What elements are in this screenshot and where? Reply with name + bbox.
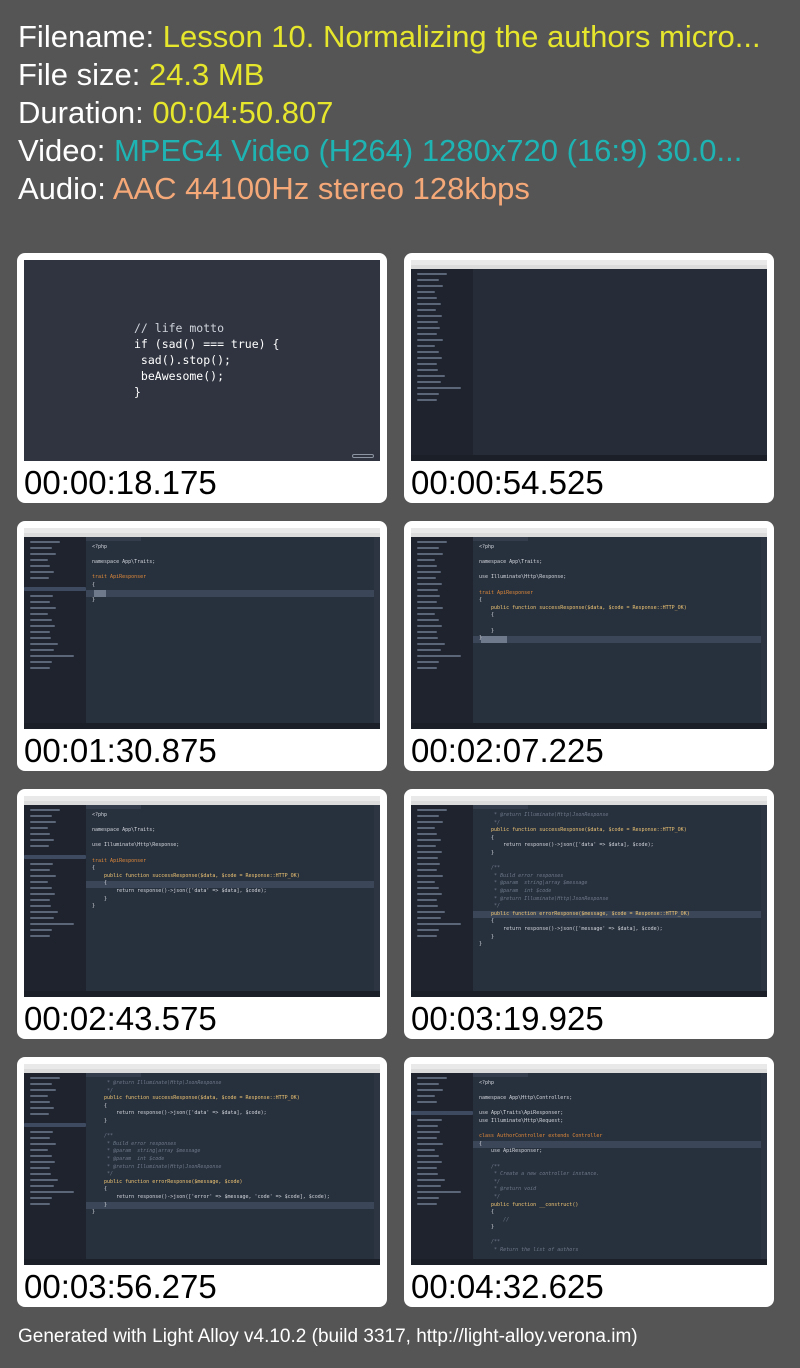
editor-tab [473, 1073, 528, 1077]
generator-credit: Generated with Light Alloy v4.10.2 (buil… [18, 1326, 638, 1347]
code-editor [473, 269, 761, 455]
audio-label: Audio: [18, 171, 106, 206]
motto-code: // life motto if (sad() === true) { sad(… [134, 320, 279, 400]
motto-line: beAwesome(); [134, 369, 225, 383]
scrollbar[interactable] [761, 1073, 767, 1259]
thumbnail-card-1[interactable]: // life motto if (sad() === true) { sad(… [17, 253, 387, 503]
thumbnail-image-7: * @return Illuminate\Http\JsonResponse *… [24, 1064, 380, 1265]
thumbnail-image-6: * @return Illuminate\Http\JsonResponse *… [411, 796, 767, 997]
audio-value: AAC 44100Hz stereo 128kbps [112, 171, 530, 206]
editor-tab [86, 1073, 141, 1077]
code-text: <?php namespace App\Traits; trait ApiRes… [92, 544, 156, 604]
motto-line: sad().stop(); [134, 353, 231, 367]
scrollbar[interactable] [761, 537, 767, 723]
thumbnail-card-2[interactable]: 00:00:54.525 [404, 253, 774, 503]
video-row: Video: MPEG4 Video (H264) 1280x720 (16:9… [18, 132, 761, 170]
scrollbar[interactable] [374, 805, 380, 991]
status-bar [411, 455, 767, 461]
code-text: <?php namespace App\Http\Controllers; us… [479, 1080, 603, 1254]
motto-line: if (sad() === true) { [134, 337, 280, 351]
thumbnail-timestamp: 00:00:18.175 [24, 464, 217, 501]
editor-tab [473, 805, 528, 809]
filename-label: Filename: [18, 19, 155, 54]
status-bar [24, 723, 380, 729]
filesize-label: File size: [18, 57, 141, 92]
scrollbar[interactable] [374, 1073, 380, 1259]
thumbnail-timestamp: 00:03:56.275 [24, 1268, 217, 1305]
status-bar [411, 991, 767, 997]
thumbnail-card-4[interactable]: <?php namespace App\Traits; use Illumina… [404, 521, 774, 771]
editor-tab [86, 537, 141, 541]
video-label: Video: [18, 133, 106, 168]
file-tree-sidebar [24, 805, 86, 991]
status-bar [24, 1259, 380, 1265]
watermark-logo [352, 454, 374, 458]
thumbnail-timestamp: 00:00:54.525 [411, 464, 604, 501]
thumbnail-card-8[interactable]: <?php namespace App\Http\Controllers; us… [404, 1057, 774, 1307]
filename-value: Lesson 10. Normalizing the authors micro… [162, 19, 761, 54]
status-bar [411, 1259, 767, 1265]
thumbnail-image-8: <?php namespace App\Http\Controllers; us… [411, 1064, 767, 1265]
thumbnail-card-5[interactable]: <?php namespace App\Traits; use Illumina… [17, 789, 387, 1039]
file-tree-sidebar [24, 537, 86, 723]
scrollbar[interactable] [374, 537, 380, 723]
filename-row: Filename: Lesson 10. Normalizing the aut… [18, 18, 761, 56]
file-tree-sidebar [411, 537, 473, 723]
thumbnail-timestamp: 00:04:32.625 [411, 1268, 604, 1305]
filesize-value: 24.3 MB [148, 57, 265, 92]
filesize-row: File size: 24.3 MB [18, 56, 761, 94]
thumbnail-image-3: <?php namespace App\Traits; trait ApiRes… [24, 528, 380, 729]
thumbnail-timestamp: 00:02:07.225 [411, 732, 604, 769]
editor-tab [86, 805, 141, 809]
duration-label: Duration: [18, 95, 144, 130]
motto-line: } [134, 385, 141, 399]
motto-line: // life motto [134, 321, 225, 335]
file-tree-sidebar [411, 269, 473, 455]
status-bar [24, 991, 380, 997]
thumbnail-timestamp: 00:01:30.875 [24, 732, 217, 769]
editor-tab [473, 537, 528, 541]
thumbnail-image-2 [411, 260, 767, 461]
thumbnail-image-4: <?php namespace App\Traits; use Illumina… [411, 528, 767, 729]
thumbnail-image-5: <?php namespace App\Traits; use Illumina… [24, 796, 380, 997]
file-info-panel: Filename: Lesson 10. Normalizing the aut… [18, 18, 761, 208]
thumbnail-card-3[interactable]: <?php namespace App\Traits; trait ApiRes… [17, 521, 387, 771]
audio-row: Audio: AAC 44100Hz stereo 128kbps [18, 170, 761, 208]
code-text: * @return Illuminate\Http\JsonResponse *… [479, 812, 690, 948]
file-tree-sidebar [411, 805, 473, 991]
thumbnail-timestamp: 00:02:43.575 [24, 1000, 217, 1037]
file-tree-sidebar [24, 1073, 86, 1259]
video-value: MPEG4 Video (H264) 1280x720 (16:9) 30.0.… [113, 133, 743, 168]
duration-row: Duration: 00:04:50.807 [18, 94, 761, 132]
thumbnail-timestamp: 00:03:19.925 [411, 1000, 604, 1037]
scrollbar[interactable] [761, 805, 767, 991]
thumbnail-card-7[interactable]: * @return Illuminate\Http\JsonResponse *… [17, 1057, 387, 1307]
code-text: <?php namespace App\Traits; use Illumina… [479, 544, 687, 642]
file-tree-sidebar [411, 1073, 473, 1259]
thumbnail-card-6[interactable]: * @return Illuminate\Http\JsonResponse *… [404, 789, 774, 1039]
duration-value: 00:04:50.807 [152, 95, 334, 130]
code-text: * @return Illuminate\Http\JsonResponse *… [92, 1080, 330, 1216]
thumbnail-image-1: // life motto if (sad() === true) { sad(… [24, 260, 380, 461]
status-bar [411, 723, 767, 729]
code-text: <?php namespace App\Traits; use Illumina… [92, 812, 300, 910]
